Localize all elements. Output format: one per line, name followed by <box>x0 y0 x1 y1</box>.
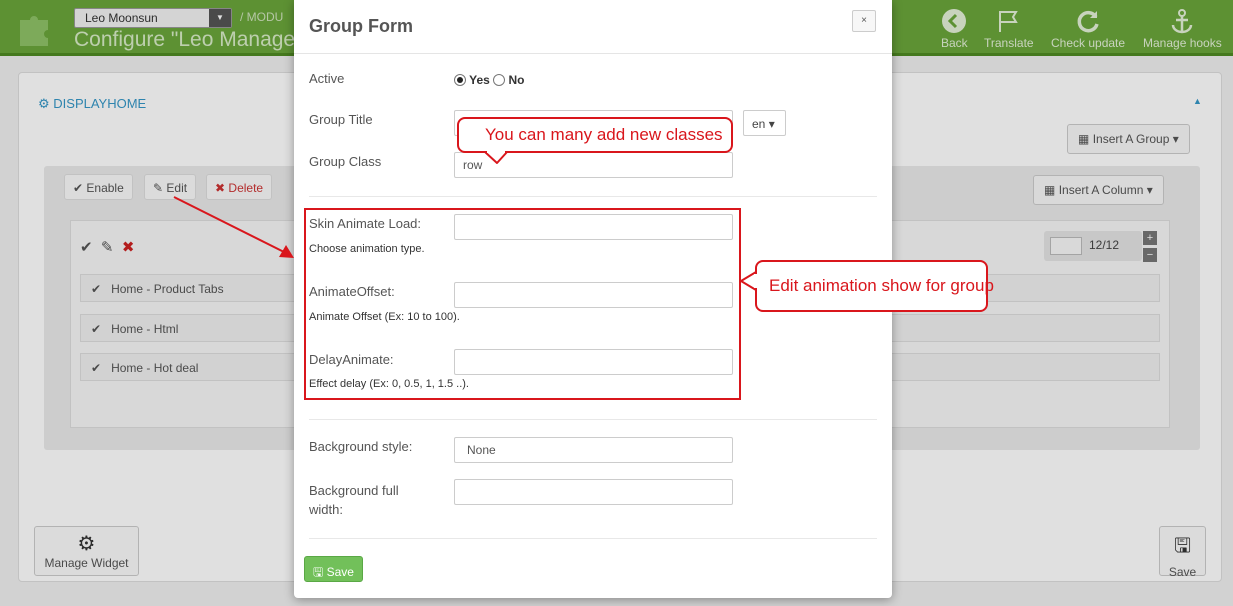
callout-tail-mask <box>487 149 505 153</box>
callout-tail <box>484 151 508 164</box>
arrow-line <box>173 196 285 253</box>
annotation-arrows <box>173 149 758 291</box>
callout-tail <box>740 271 757 291</box>
callout-tail-mask <box>754 274 758 288</box>
